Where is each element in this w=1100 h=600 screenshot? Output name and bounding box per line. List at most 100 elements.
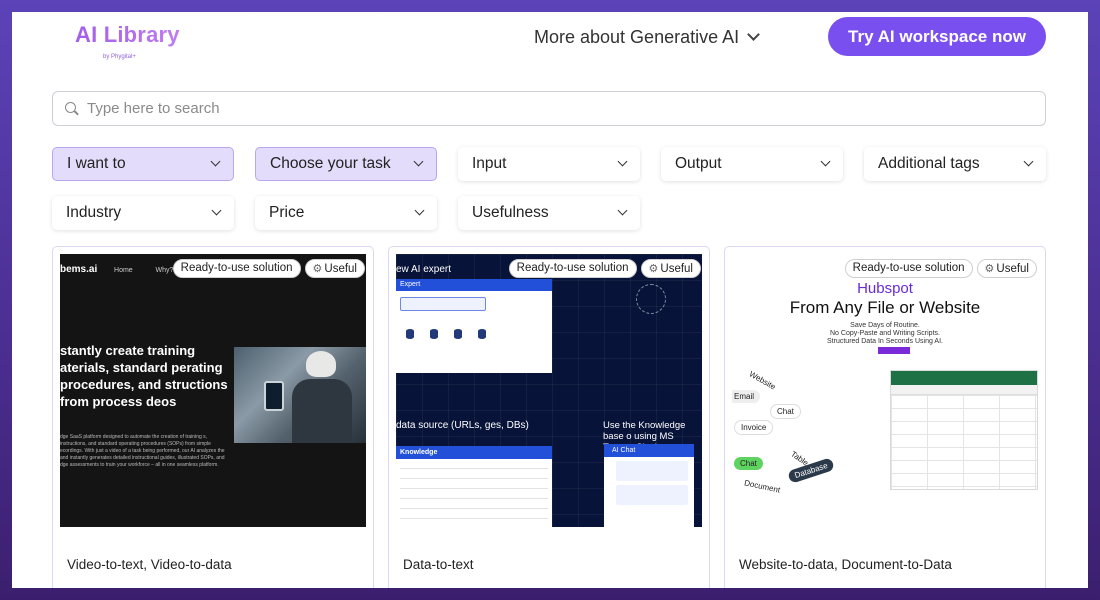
spreadsheet-toolbar: [891, 371, 1037, 385]
filter-label: Price: [269, 204, 305, 221]
tool-card[interactable]: Hubspot From Any File or Website Save Da…: [724, 246, 1046, 588]
img-chat-title: AI Chat: [604, 444, 694, 457]
useful-badge: ⚙ Useful: [304, 259, 365, 278]
img-headline: From Any File or Website: [789, 298, 981, 317]
img-start-button: [878, 347, 910, 354]
filter-label: I want to: [67, 155, 126, 172]
img-nav-why: Why?: [155, 267, 174, 274]
hardhat-shape: [306, 351, 336, 377]
filter-industry[interactable]: Industry: [52, 196, 234, 230]
card-badges: Ready-to-use solution ⚙ Useful: [508, 259, 701, 278]
search-icon: [65, 101, 79, 116]
img-row: [400, 478, 548, 479]
img-subtext-line: No Copy-Paste and Writing Scripts.: [830, 330, 940, 337]
try-ai-workspace-button[interactable]: Try AI workspace now: [828, 17, 1046, 56]
img-title: ew AI expert: [396, 264, 452, 275]
gear-icon: ⚙: [648, 263, 659, 275]
chevron-down-icon: [1023, 156, 1034, 167]
useful-label: Useful: [996, 263, 1029, 275]
img-headline: stantly create training aterials, standa…: [60, 343, 228, 409]
page-frame: AI Library by Phygital+ More about Gener…: [12, 12, 1088, 588]
img-pill-whatsapp-chat: Chat: [734, 457, 763, 470]
img-bottom-fade: [732, 512, 1038, 527]
img-panel-title: Expert: [396, 279, 552, 291]
img-row: [400, 508, 548, 509]
img-chat-bubble: [616, 461, 688, 481]
chevron-down-icon: [414, 205, 425, 216]
filter-choose-your-task[interactable]: Choose your task: [255, 147, 437, 181]
img-prompt-bubble: [400, 297, 486, 311]
chevron-down-icon: [617, 156, 628, 167]
tool-card[interactable]: ew AI expert Expert data source (URLs, g…: [388, 246, 710, 588]
filter-output[interactable]: Output: [661, 147, 843, 181]
filter-label: Usefulness: [472, 204, 549, 221]
ready-to-use-badge: Ready-to-use solution: [508, 259, 637, 278]
img-spreadsheet: [890, 370, 1038, 490]
gear-icon: ⚙: [312, 263, 323, 275]
useful-label: Useful: [324, 263, 357, 275]
img-pill-invoice: Invoice: [734, 420, 774, 435]
img-expert-panel: Expert: [396, 279, 552, 373]
useful-badge: ⚙ Useful: [976, 259, 1037, 278]
chevron-down-icon: [210, 156, 221, 167]
img-subtext-line: Save Days of Routine.: [850, 322, 920, 329]
database-icon: [454, 329, 462, 339]
database-icon: [406, 329, 414, 339]
img-row: [400, 498, 548, 499]
img-row: [400, 468, 548, 469]
useful-label: Useful: [660, 263, 693, 275]
search-input[interactable]: [87, 100, 987, 117]
gear-icon: ⚙: [984, 263, 995, 275]
nav-more-about-genai[interactable]: More about Generative AI: [534, 26, 760, 48]
card-tags: Data-to-text: [403, 557, 474, 572]
chevron-down-icon: [747, 28, 760, 41]
img-db-icons: [406, 329, 552, 339]
tablet-shape: [264, 381, 284, 411]
worker-body-shape: [292, 379, 352, 443]
card-tags: Video-to-text, Video-to-data: [67, 557, 232, 572]
filter-price[interactable]: Price: [255, 196, 437, 230]
logo-subtitle: by Phygital+: [103, 54, 136, 60]
img-body: dge SaaS platform designed to automate t…: [60, 434, 225, 468]
logo[interactable]: AI Library by Phygital+: [75, 22, 180, 60]
filter-label: Industry: [66, 204, 122, 221]
sparkle-decoration: [636, 284, 666, 314]
chevron-down-icon: [617, 205, 628, 216]
database-icon: [478, 329, 486, 339]
filter-label: Choose your task: [270, 155, 391, 172]
card-preview-image: ew AI expert Expert data source (URLs, g…: [396, 254, 702, 527]
filter-additional-tags[interactable]: Additional tags: [864, 147, 1046, 181]
filter-input[interactable]: Input: [458, 147, 640, 181]
filter-label: Input: [472, 155, 507, 172]
useful-badge: ⚙ Useful: [640, 259, 701, 278]
search-bar[interactable]: [52, 91, 1046, 126]
ready-to-use-badge: Ready-to-use solution: [172, 259, 301, 278]
tool-card[interactable]: bems.ai Home Why? stantly create trainin…: [52, 246, 374, 588]
img-knowledge-panel: Knowledge: [396, 446, 552, 527]
card-preview-image: bems.ai Home Why? stantly create trainin…: [60, 254, 366, 527]
filter-label: Output: [675, 155, 722, 172]
chevron-down-icon: [820, 156, 831, 167]
card-badges: Ready-to-use solution ⚙ Useful: [172, 259, 365, 278]
img-subtext-line: Structured Data In Seconds Using AI.: [827, 338, 943, 345]
img-nav-home: Home: [114, 267, 133, 274]
spreadsheet-grid: [891, 395, 1037, 489]
database-icon: [430, 329, 438, 339]
img-data-source-text: data source (URLs, ges, DBs): [396, 420, 529, 431]
card-tags: Website-to-data, Document-to-Data: [739, 557, 952, 572]
img-header: bems.ai Home Why?: [60, 264, 173, 275]
card-badges: Ready-to-use solution ⚙ Useful: [844, 259, 1037, 278]
card-preview-image: Hubspot From Any File or Website Save Da…: [732, 254, 1038, 527]
img-row: [400, 518, 548, 519]
nav-more-label: More about Generative AI: [534, 26, 740, 47]
img-pill-email: Email: [732, 390, 761, 403]
chevron-down-icon: [211, 205, 222, 216]
img-brand: Hubspot: [857, 280, 913, 297]
img-subtext: Save Days of Routine. No Copy-Paste and …: [732, 322, 1038, 346]
spreadsheet-formula-bar: [891, 385, 1037, 395]
img-pill-chat: Chat: [770, 404, 801, 419]
filter-usefulness[interactable]: Usefulness: [458, 196, 640, 230]
ready-to-use-badge: Ready-to-use solution: [844, 259, 973, 278]
img-ai-chat-panel: AI Chat: [604, 444, 694, 527]
filter-i-want-to[interactable]: I want to: [52, 147, 234, 181]
